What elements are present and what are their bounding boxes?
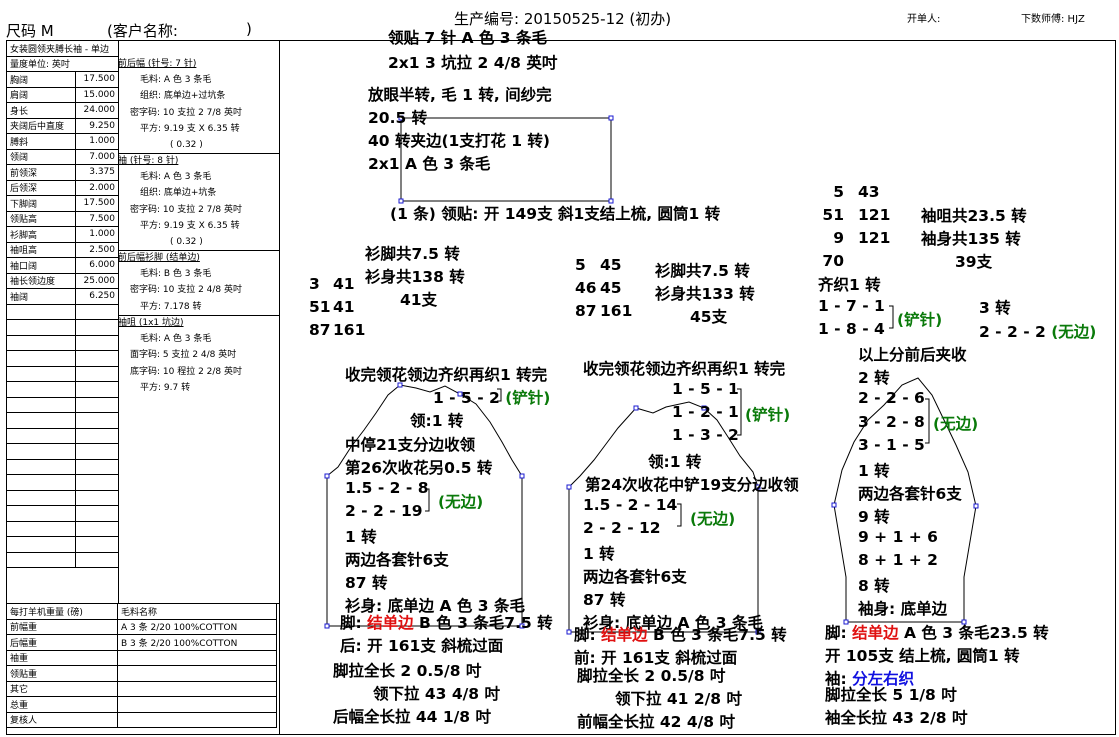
collar-line-5: 40 转夹边(1支打花 1 转) [368, 132, 550, 150]
collar-line-3: 放眼半转, 毛 1 转, 间纱完 [368, 86, 552, 104]
collar-line-1: 领贴 7 针 A 色 3 条毛 [388, 29, 547, 47]
collar-line-4: 20.5 转 [368, 109, 428, 127]
collar-line-2: 2x1 3 坑拉 2 4/8 英吋 [388, 54, 558, 72]
collar-line-6: 2x1 A 色 3 条毛 [368, 155, 491, 173]
collar-line-7: (1 条) 领贴: 开 149支 斜1支结上梳, 圆筒1 转 [390, 205, 721, 223]
